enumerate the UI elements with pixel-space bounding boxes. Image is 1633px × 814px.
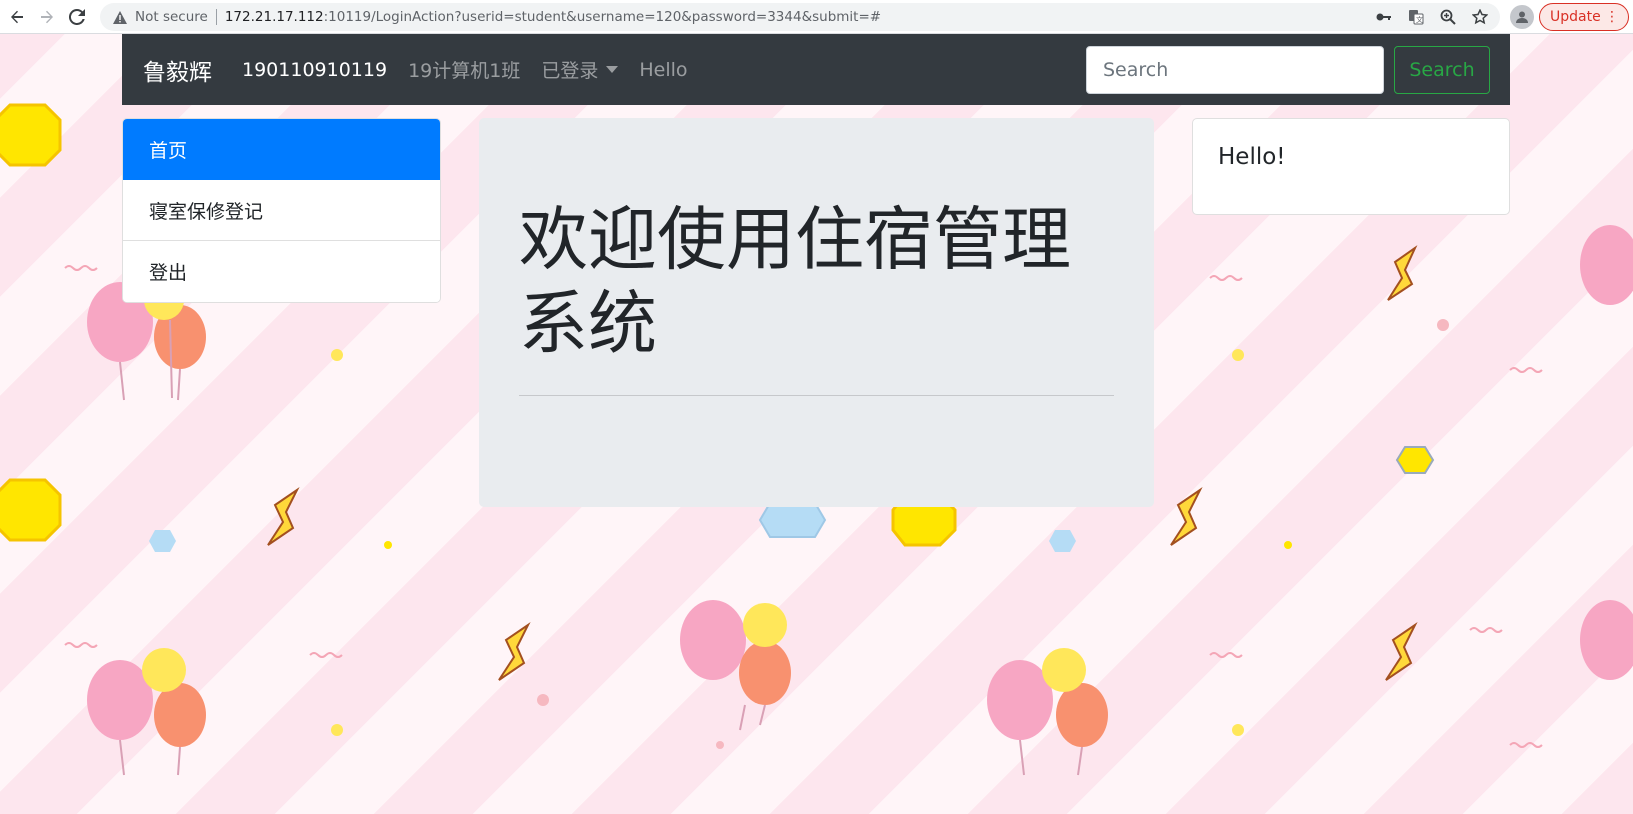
top-navbar: 鲁毅辉 190110910119 19计算机1班 已登录 Hello Searc… bbox=[122, 34, 1510, 105]
nav-student-id[interactable]: 190110910119 bbox=[242, 59, 387, 81]
lightning-shape bbox=[1170, 487, 1203, 546]
browser-toolbar: Not secure 172.21.17.112:10119/LoginActi… bbox=[0, 0, 1633, 34]
profile-icon[interactable] bbox=[1510, 5, 1534, 29]
forward-icon[interactable] bbox=[34, 4, 60, 30]
not-secure-label: Not secure bbox=[135, 9, 208, 25]
key-icon[interactable] bbox=[1374, 7, 1394, 27]
yellow-octagon-shape bbox=[0, 478, 62, 542]
yellow-octagon-shape bbox=[1395, 446, 1435, 474]
menu-dots-icon[interactable]: ⋮ bbox=[1605, 8, 1619, 26]
svg-text:文: 文 bbox=[1416, 15, 1423, 24]
hello-card-text: Hello! bbox=[1218, 144, 1286, 170]
address-bar[interactable]: Not secure 172.21.17.112:10119/LoginActi… bbox=[100, 3, 1500, 31]
logged-in-dropdown[interactable]: 已登录 bbox=[541, 56, 619, 83]
blue-hexagon-shape bbox=[1049, 530, 1076, 552]
yellow-balloon-shape bbox=[743, 603, 787, 647]
blue-hexagon-shape bbox=[149, 530, 176, 552]
orange-balloon-shape bbox=[739, 641, 791, 705]
pink-balloon-shape bbox=[1580, 600, 1633, 680]
lightning-shape bbox=[267, 487, 300, 546]
sidebar-item-home[interactable]: 首页 bbox=[123, 119, 440, 180]
orange-balloon-shape bbox=[154, 305, 206, 369]
translate-icon[interactable]: 文 bbox=[1406, 7, 1426, 27]
blue-hexagon-shape bbox=[758, 502, 827, 538]
hello-card: Hello! bbox=[1192, 118, 1510, 215]
back-icon[interactable] bbox=[4, 4, 30, 30]
url-host: 172.21.17.112 bbox=[224, 9, 324, 25]
url-path: :10119/LoginAction?userid=student&userna… bbox=[323, 9, 882, 25]
lightning-shape bbox=[1385, 622, 1418, 681]
update-label: Update bbox=[1550, 9, 1601, 25]
sidebar-item-logout[interactable]: 登出 bbox=[123, 241, 440, 302]
sidebar-menu: 首页 寝室保修登记 登出 bbox=[122, 118, 441, 303]
orange-balloon-shape bbox=[154, 683, 206, 747]
logged-in-label: 已登录 bbox=[541, 60, 599, 82]
nav-hello-link[interactable]: Hello bbox=[639, 59, 687, 81]
search-input[interactable] bbox=[1086, 46, 1384, 94]
yellow-octagon-shape bbox=[0, 103, 62, 167]
welcome-jumbotron: 欢迎使用住宿管理系统 bbox=[479, 118, 1154, 507]
reload-icon[interactable] bbox=[64, 4, 90, 30]
lightning-shape bbox=[498, 622, 531, 681]
pink-balloon-shape bbox=[987, 660, 1053, 740]
divider bbox=[519, 395, 1114, 396]
separator bbox=[215, 9, 217, 25]
yellow-balloon-shape bbox=[142, 648, 186, 692]
yellow-balloon-shape bbox=[1042, 648, 1086, 692]
update-button[interactable]: Update ⋮ bbox=[1539, 3, 1629, 31]
nav-class-name[interactable]: 19计算机1班 bbox=[408, 56, 520, 83]
sidebar-item-dorm-repair[interactable]: 寝室保修登记 bbox=[123, 180, 440, 241]
navbar-brand[interactable]: 鲁毅辉 bbox=[143, 53, 212, 87]
search-button[interactable]: Search bbox=[1394, 46, 1490, 94]
caret-down-icon bbox=[606, 66, 619, 73]
orange-balloon-shape bbox=[1056, 683, 1108, 747]
pink-balloon-shape bbox=[680, 600, 746, 680]
lightning-shape bbox=[1387, 245, 1418, 301]
star-icon[interactable] bbox=[1470, 7, 1490, 27]
zoom-icon[interactable] bbox=[1438, 7, 1458, 27]
page-title: 欢迎使用住宿管理系统 bbox=[519, 200, 1071, 364]
pink-balloon-shape bbox=[1580, 225, 1633, 305]
pink-balloon-shape bbox=[87, 660, 153, 740]
warning-icon bbox=[112, 9, 128, 25]
